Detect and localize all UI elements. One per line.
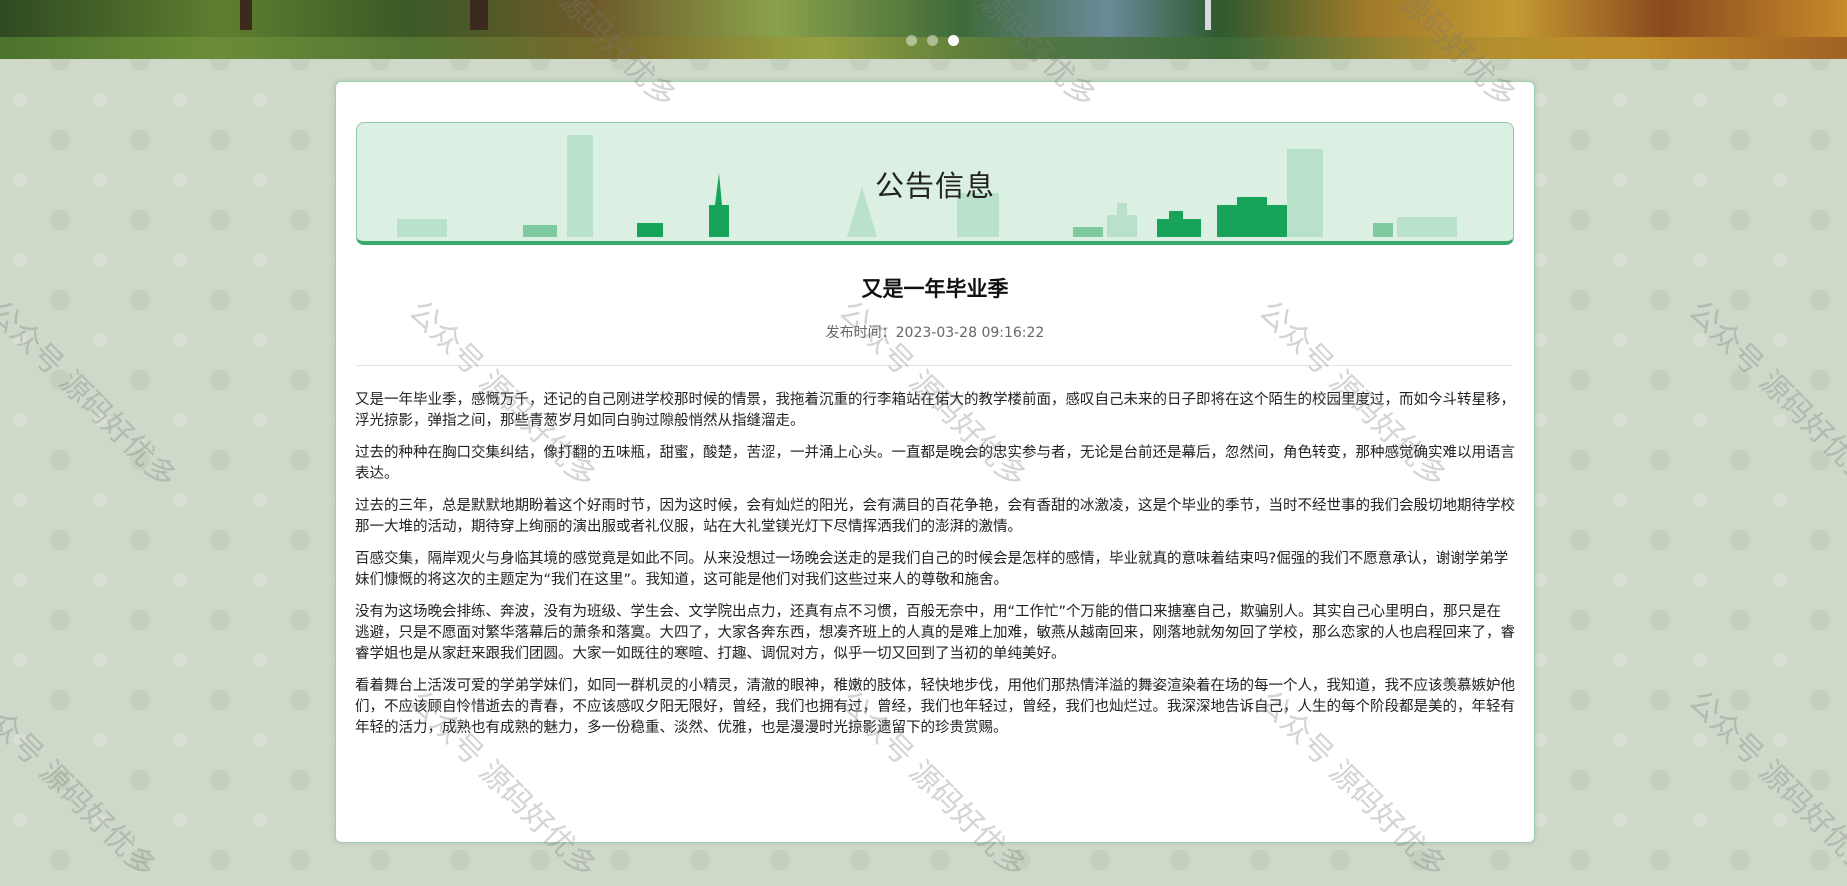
watermark: 公众号 源码好优多	[1681, 293, 1847, 496]
notice-detail-card: 公告信息 又是一年毕业季 发布时间：2023-03-28 09:16:22 又是…	[335, 81, 1535, 843]
article-paragraph: 过去的三年，总是默默地期盼着这个好雨时节，因为这时候，会有灿烂的阳光，会有满目的…	[355, 498, 1515, 535]
publish-time: 发布时间：2023-03-28 09:16:22	[825, 325, 1045, 341]
banner-lamp-post	[1205, 0, 1211, 30]
article-paragraph: 又是一年毕业季，感慨万千，还记的自己刚进学校那时候的情景，我拖着沉重的行李箱站在…	[355, 392, 1515, 429]
section-header: 公告信息	[356, 122, 1514, 245]
watermark: 公众号 源码好优多	[0, 293, 183, 496]
carousel-dot-3[interactable]	[948, 35, 959, 46]
carousel-dot-2[interactable]	[927, 35, 938, 46]
article-title: 又是一年毕业季	[861, 277, 1009, 301]
article-paragraph: 没有为这场晚会排练、奔波，没有为班级、学生会、文学院出点力，还真有点不习惯，百般…	[355, 604, 1515, 662]
banner-carousel	[0, 0, 1847, 59]
article-paragraph: 看着舞台上活泼可爱的学弟学妹们，如同一群机灵的小精灵，清澈的眼神，稚嫩的肢体，轻…	[355, 678, 1515, 736]
banner-tree-trunk	[240, 0, 252, 30]
carousel-dot-1[interactable]	[906, 35, 917, 46]
divider	[356, 365, 1512, 366]
watermark: 公众号 源码好优多	[1681, 683, 1847, 886]
banner-tree-trunk	[470, 0, 488, 30]
article-body: 又是一年毕业季，感慨万千，还记的自己刚进学校那时候的情景，我拖着沉重的行李箱站在…	[355, 390, 1515, 750]
watermark: 公众号 源码好优多	[0, 683, 163, 886]
page-title: 公告信息	[874, 169, 995, 203]
carousel-dots	[906, 35, 959, 46]
article-paragraph: 过去的种种在胸口交集纠结，像打翻的五味瓶，甜蜜，酸楚，苦涩，一并涌上心头。一直都…	[355, 445, 1515, 482]
article-paragraph: 百感交集，隔岸观火与身临其境的感觉竟是如此不同。从来没想过一场晚会送走的是我们自…	[355, 551, 1509, 588]
